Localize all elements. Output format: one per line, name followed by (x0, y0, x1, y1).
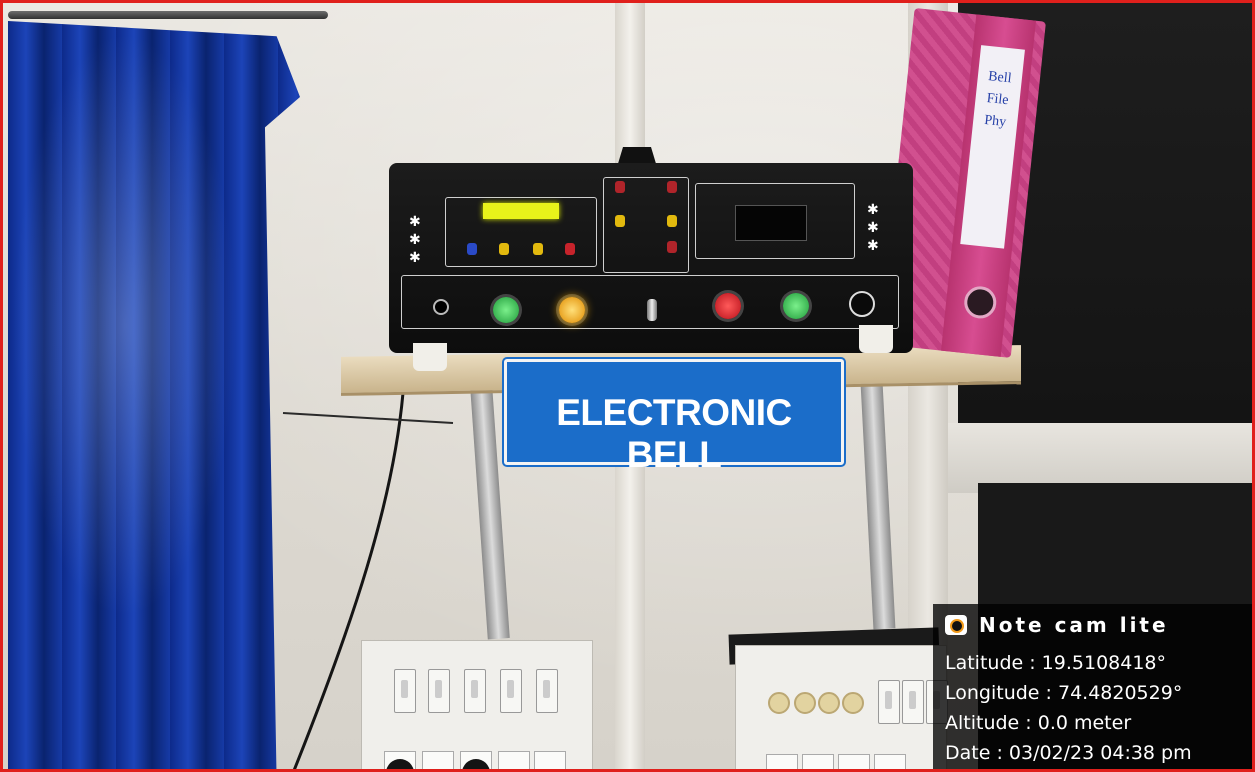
date-text: Date : 03/02/23 04:38 pm (945, 742, 1192, 764)
power-socket[interactable] (534, 751, 566, 769)
wall-switch[interactable] (428, 669, 450, 713)
bell-push-button[interactable] (768, 692, 790, 714)
box-foot (413, 343, 447, 371)
star-icon: ✱ (409, 232, 421, 248)
indicator-led (667, 181, 677, 193)
indicator-led (667, 241, 677, 253)
wall-switch[interactable] (878, 680, 900, 724)
camera-icon (945, 615, 967, 635)
power-toggle-switch[interactable] (647, 299, 657, 321)
wall-switch[interactable] (394, 669, 416, 713)
sign-text: ELECTRONIC BELL (556, 392, 792, 475)
wall-switch[interactable] (500, 669, 522, 713)
indicator-led (615, 181, 625, 193)
down-button[interactable] (533, 243, 543, 255)
star-icon: ✱ (867, 220, 879, 236)
star-icon: ✱ (409, 250, 421, 266)
power-socket[interactable] (838, 754, 870, 769)
star-icon: ✱ (409, 214, 421, 230)
lcd-display (483, 203, 559, 219)
audio-jack[interactable] (433, 299, 449, 315)
box-foot (859, 325, 893, 353)
usb-player-screen (735, 205, 807, 241)
amber-lamp (559, 297, 585, 323)
wall-switch[interactable] (464, 669, 486, 713)
electronic-bell-sign: ELECTRONIC BELL (504, 359, 844, 475)
wall-switch[interactable] (536, 669, 558, 713)
curtain-rod (8, 11, 328, 19)
power-socket[interactable] (802, 754, 834, 769)
power-socket[interactable] (874, 754, 906, 769)
switchboard-left (361, 640, 593, 769)
power-socket[interactable] (422, 751, 454, 769)
power-socket[interactable] (766, 754, 798, 769)
latitude-text: Latitude : 19.5108418° (945, 652, 1167, 674)
bell-push-button[interactable] (842, 692, 864, 714)
indicator-led (667, 215, 677, 227)
wall-switch[interactable] (902, 680, 924, 724)
key-button[interactable] (467, 243, 477, 255)
longitude-text: Longitude : 74.4820529° (945, 682, 1183, 704)
star-icon: ✱ (867, 202, 879, 218)
geotag-overlay: Note cam lite Latitude : 19.5108418° Lon… (933, 604, 1252, 769)
bell-push-button[interactable] (818, 692, 840, 714)
power-socket[interactable] (498, 751, 530, 769)
indicator-led (615, 215, 625, 227)
enter-button[interactable] (565, 243, 575, 255)
switchboard-right (735, 645, 948, 769)
star-icon: ✱ (867, 238, 879, 254)
photo-frame: Bell File Phy ✱ ✱ ✱ ✱ ✱ ✱ ELECTRONIC BEL… (0, 0, 1255, 772)
app-name: Note cam lite (979, 613, 1169, 637)
green-lamp (783, 293, 809, 319)
up-button[interactable] (499, 243, 509, 255)
altitude-text: Altitude : 0.0 meter (945, 712, 1132, 734)
auto-bell-control-box: ✱ ✱ ✱ ✱ ✱ ✱ (389, 163, 913, 353)
overlay-title: Note cam lite (945, 612, 1169, 638)
bell-push-button[interactable] (794, 692, 816, 714)
binder-label-line: Phy (983, 112, 1007, 131)
red-lamp (715, 293, 741, 319)
green-lamp (493, 297, 519, 323)
volume-knob[interactable] (849, 291, 875, 317)
